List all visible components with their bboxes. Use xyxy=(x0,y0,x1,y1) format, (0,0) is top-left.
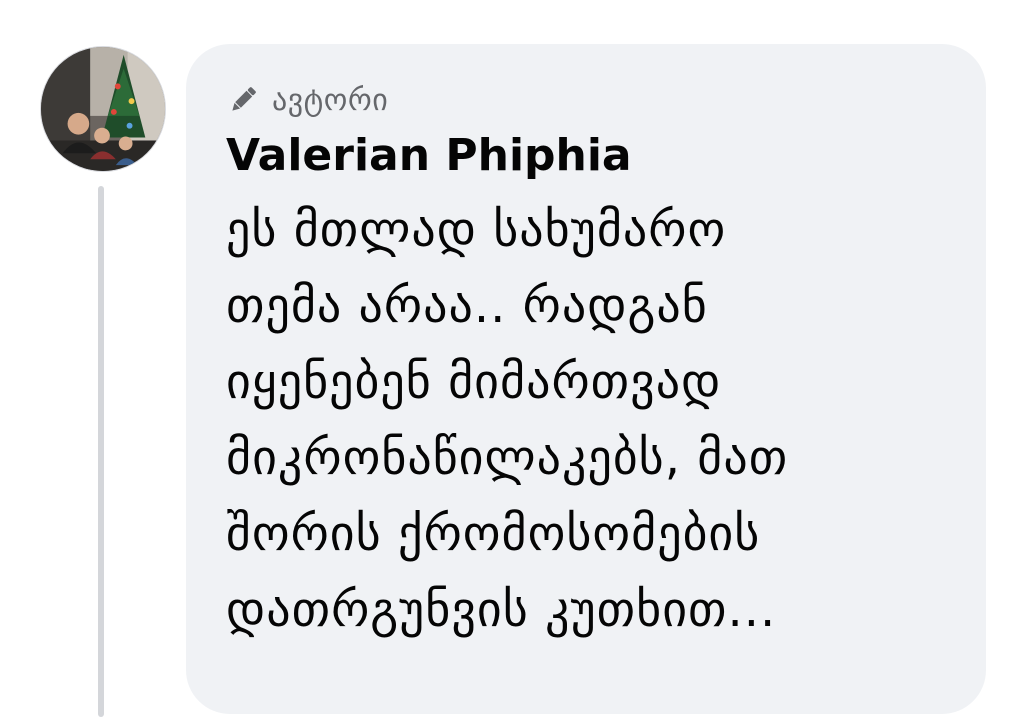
comment-text-line: დათრგუნვის კუთხით... xyxy=(226,582,777,638)
comment-text: ეს მთლად სახუმარო თემა არაა.. რადგან იყე… xyxy=(226,192,946,648)
comment-bubble[interactable]: ავტორი Valerian Phiphia ეს მთლად სახუმარ… xyxy=(186,44,986,714)
author-badge: ავტორი xyxy=(226,78,986,122)
comment-text-line: მიკრონაწილაკებს, მათ xyxy=(226,430,789,486)
comment-text-line: თემა არაა.. რადგან xyxy=(226,278,708,334)
comment-text-line: შორის ქრომოსომების xyxy=(226,506,761,562)
avatar-photo xyxy=(41,47,165,171)
comment-text-line: იყენებენ მიმართვად xyxy=(226,354,722,410)
comment-text-line: ეს მთლად სახუმარო xyxy=(226,202,727,258)
author-name[interactable]: Valerian Phiphia xyxy=(226,128,986,184)
author-badge-label: ავტორი xyxy=(272,82,389,118)
author-avatar[interactable] xyxy=(40,46,166,172)
pencil-icon xyxy=(226,83,260,117)
reply-thread-line xyxy=(98,186,104,717)
